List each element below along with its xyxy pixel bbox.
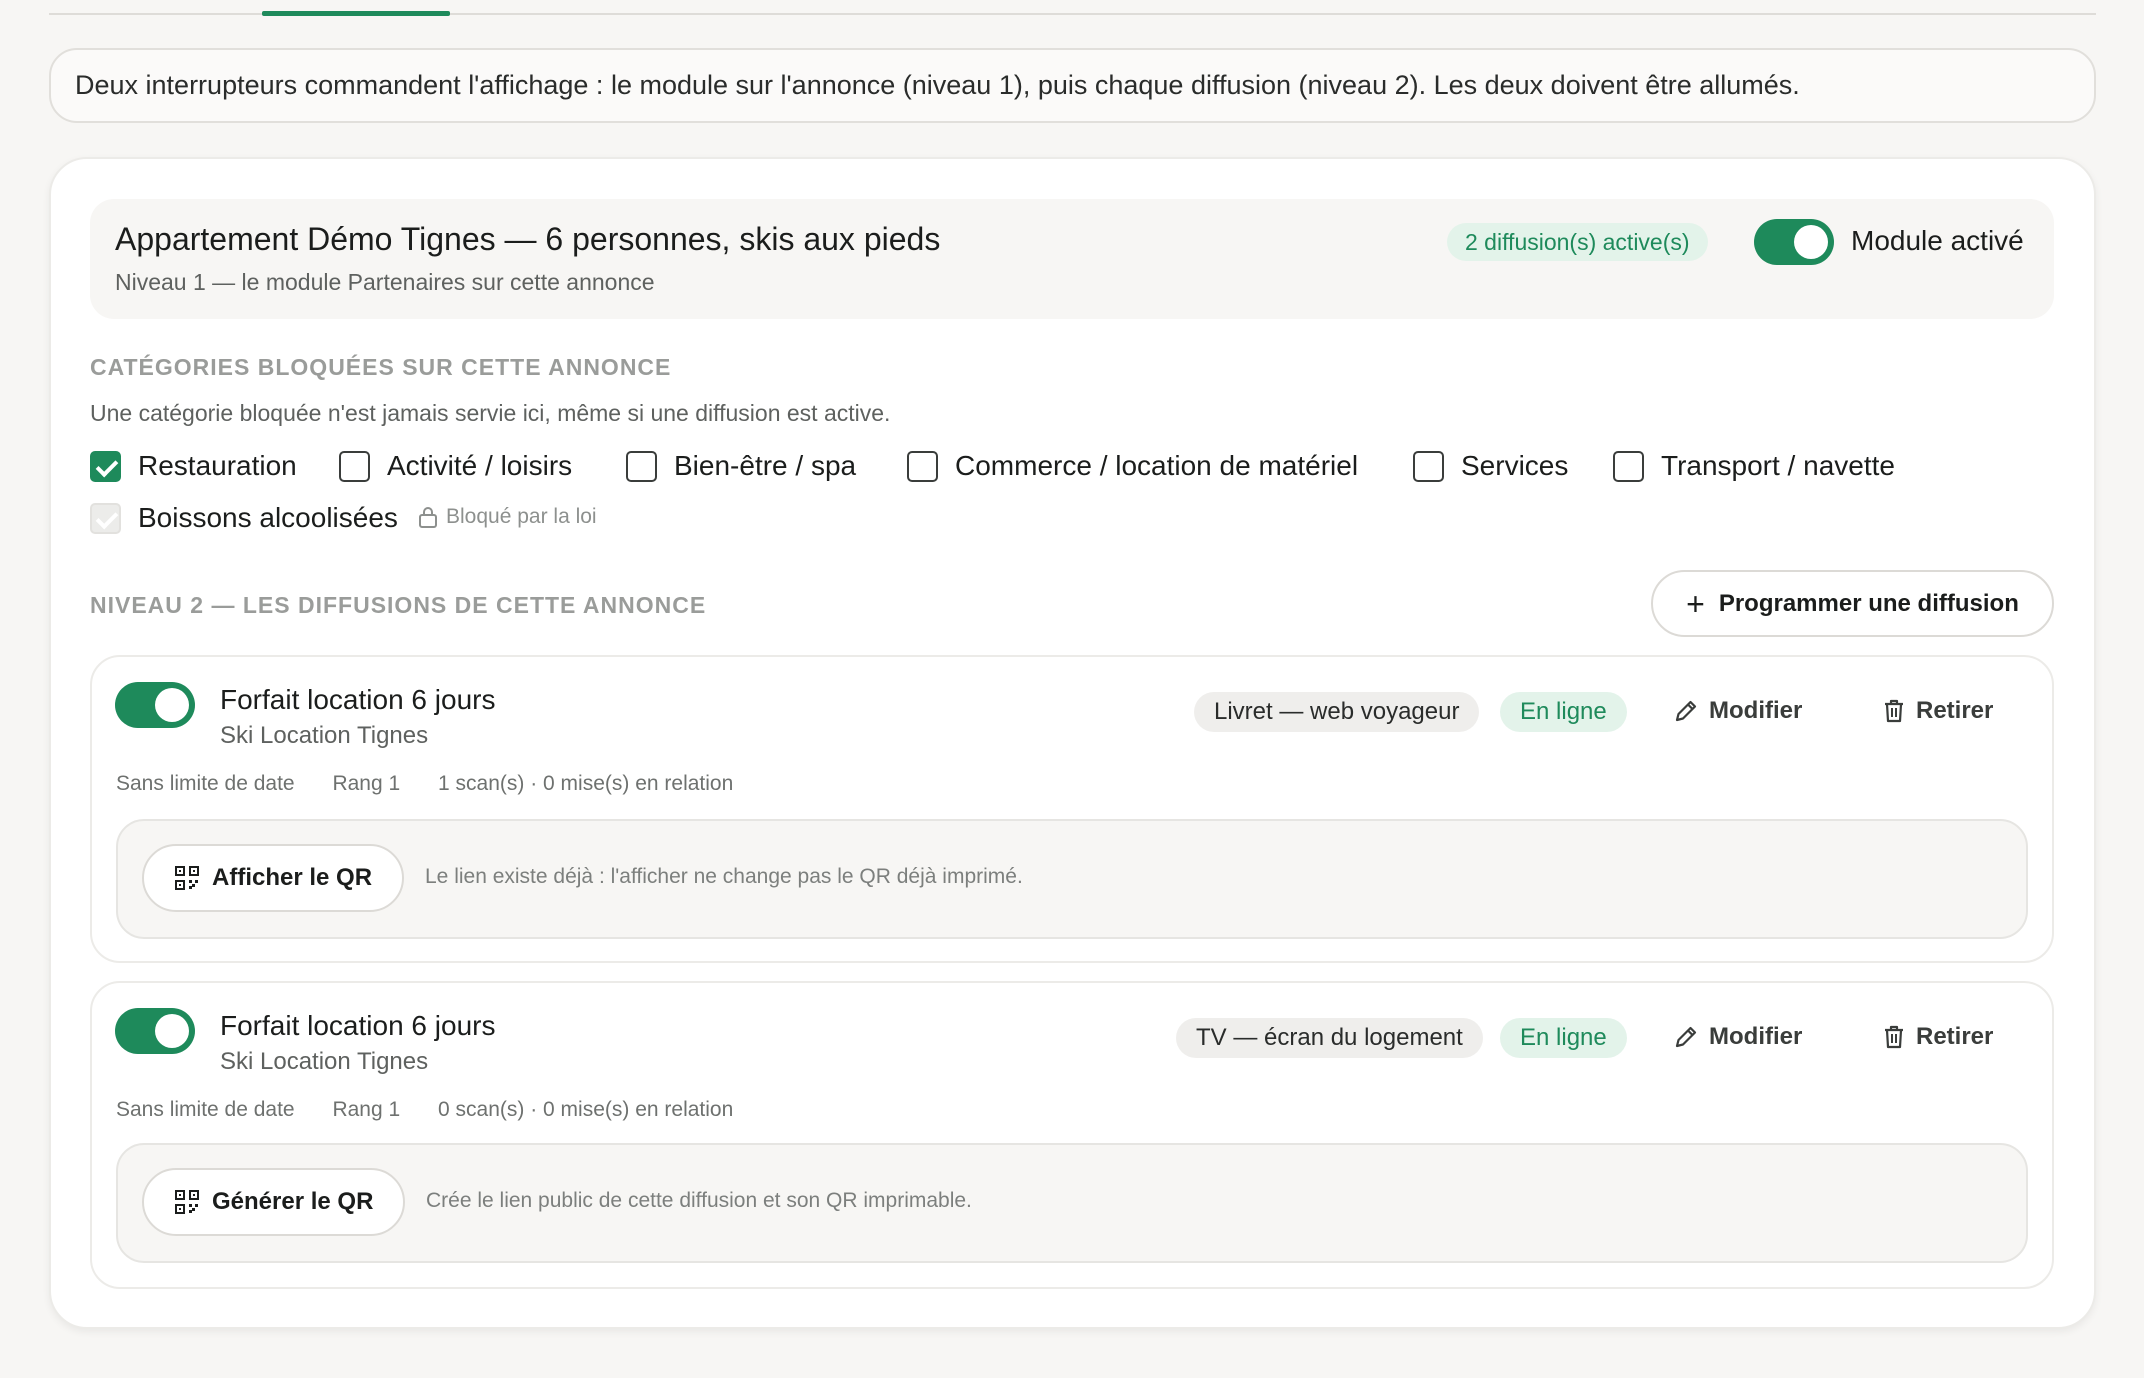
edit-button[interactable]: Modifier bbox=[1673, 1023, 1802, 1051]
edit-label: Modifier bbox=[1709, 697, 1803, 724]
meta-rank: Rang 1 bbox=[332, 1098, 401, 1121]
meta-stats: 0 scan(s) · 0 mise(s) en relation bbox=[438, 1098, 734, 1121]
remove-button[interactable]: Retirer bbox=[1882, 1023, 1993, 1051]
page: Deux interrupteurs commandent l'affichag… bbox=[0, 0, 2144, 1378]
module-toggle-label: Module activé bbox=[1851, 225, 2024, 256]
info-banner: Deux interrupteurs commandent l'affichag… bbox=[49, 48, 2096, 123]
category-label: Activité / loisirs bbox=[387, 450, 573, 481]
meta-rank: Rang 1 bbox=[332, 772, 401, 795]
category-label: Transport / navette bbox=[1661, 450, 1895, 481]
categories-help: Une catégorie bloquée n'est jamais servi… bbox=[90, 400, 891, 426]
channel-badge: Livret — web voyageur bbox=[1194, 692, 1480, 732]
checkbox[interactable] bbox=[907, 450, 938, 482]
category-checkbox-services[interactable]: Services bbox=[1413, 450, 1568, 482]
diffusion-toggle[interactable] bbox=[115, 1008, 195, 1054]
plus-icon: + bbox=[1686, 585, 1705, 622]
legal-lock-text: Bloqué par la loi bbox=[446, 505, 597, 528]
info-banner-text: Deux interrupteurs commandent l'affichag… bbox=[75, 70, 1800, 100]
remove-button[interactable]: Retirer bbox=[1882, 697, 1993, 725]
category-label: Commerce / location de matériel bbox=[955, 450, 1359, 481]
category-checkbox-bien-etre[interactable]: Bien-être / spa bbox=[626, 450, 856, 482]
category-label: Services bbox=[1461, 450, 1569, 481]
listing-subtitle: Niveau 1 — le module Partenaires sur cet… bbox=[115, 269, 655, 295]
generate-qr-label: Générer le QR bbox=[212, 1188, 374, 1215]
qr-code-icon bbox=[175, 1190, 199, 1214]
pencil-icon bbox=[1675, 1026, 1697, 1048]
qr-note: Le lien existe déjà : l'afficher ne chan… bbox=[425, 865, 1023, 888]
category-checkbox-commerce[interactable]: Commerce / location de matériel bbox=[907, 450, 1358, 482]
checkbox[interactable] bbox=[1613, 450, 1644, 482]
remove-label: Retirer bbox=[1916, 697, 1994, 724]
diffusion-title: Forfait location 6 jours bbox=[220, 684, 496, 715]
diffusion-title: Forfait location 6 jours bbox=[220, 1010, 496, 1041]
trash-icon bbox=[1885, 1025, 1903, 1049]
category-label: Bien-être / spa bbox=[674, 450, 857, 481]
checkbox[interactable] bbox=[339, 450, 370, 482]
diffusion-meta: Sans limite de date Rang 1 1 scan(s) · 0… bbox=[116, 772, 765, 796]
category-checkbox-transport[interactable]: Transport / navette bbox=[1613, 450, 1895, 482]
generate-qr-button[interactable]: Générer le QR bbox=[142, 1168, 406, 1236]
category-label: Boissons alcoolisées bbox=[138, 502, 398, 533]
meta-stats: 1 scan(s) · 0 mise(s) en relation bbox=[438, 772, 734, 795]
listing-title: Appartement Démo Tignes — 6 personnes, s… bbox=[115, 221, 941, 257]
edit-button[interactable]: Modifier bbox=[1673, 697, 1802, 725]
meta-date: Sans limite de date bbox=[116, 772, 295, 795]
listing-header bbox=[90, 199, 2054, 319]
category-checkbox-activite[interactable]: Activité / loisirs bbox=[339, 450, 572, 482]
checkbox-disabled bbox=[90, 502, 121, 534]
status-badge: En ligne bbox=[1500, 692, 1627, 732]
category-label: Restauration bbox=[138, 450, 297, 481]
remove-label: Retirer bbox=[1916, 1023, 1994, 1050]
trash-icon bbox=[1885, 699, 1903, 723]
category-checkbox-boissons: Boissons alcoolisées bbox=[90, 502, 398, 534]
active-diffusions-badge: 2 diffusion(s) active(s) bbox=[1447, 223, 1708, 261]
diffusion-toggle[interactable] bbox=[115, 682, 195, 728]
level2-heading: NIVEAU 2 — LES DIFFUSIONS DE CETTE ANNON… bbox=[90, 592, 707, 618]
checkbox[interactable] bbox=[626, 450, 657, 482]
program-diffusion-label: Programmer une diffusion bbox=[1718, 589, 2019, 617]
checkbox-checked[interactable] bbox=[90, 450, 121, 482]
module-toggle[interactable] bbox=[1754, 219, 1834, 265]
category-checkbox-restauration[interactable]: Restauration bbox=[90, 450, 297, 482]
qr-code-icon bbox=[175, 866, 199, 890]
show-qr-label: Afficher le QR bbox=[212, 864, 373, 891]
diffusion-partner: Ski Location Tignes bbox=[220, 722, 429, 749]
diffusion-meta: Sans limite de date Rang 1 0 scan(s) · 0… bbox=[116, 1098, 765, 1122]
channel-badge: TV — écran du logement bbox=[1176, 1018, 1483, 1058]
program-diffusion-button[interactable]: + Programmer une diffusion bbox=[1651, 570, 2054, 637]
status-badge: En ligne bbox=[1500, 1018, 1627, 1058]
show-qr-button[interactable]: Afficher le QR bbox=[142, 844, 405, 912]
diffusion-partner: Ski Location Tignes bbox=[220, 1048, 429, 1075]
categories-heading: CATÉGORIES BLOQUÉES SUR CETTE ANNONCE bbox=[90, 354, 672, 380]
meta-date: Sans limite de date bbox=[116, 1098, 295, 1121]
legal-lock-note: Bloqué par la loi bbox=[418, 505, 597, 529]
active-tab-indicator[interactable] bbox=[262, 11, 450, 16]
lock-icon bbox=[419, 507, 437, 528]
checkbox[interactable] bbox=[1413, 450, 1444, 482]
pencil-icon bbox=[1675, 700, 1697, 722]
edit-label: Modifier bbox=[1709, 1023, 1803, 1050]
qr-note: Crée le lien public de cette diffusion e… bbox=[426, 1189, 972, 1212]
